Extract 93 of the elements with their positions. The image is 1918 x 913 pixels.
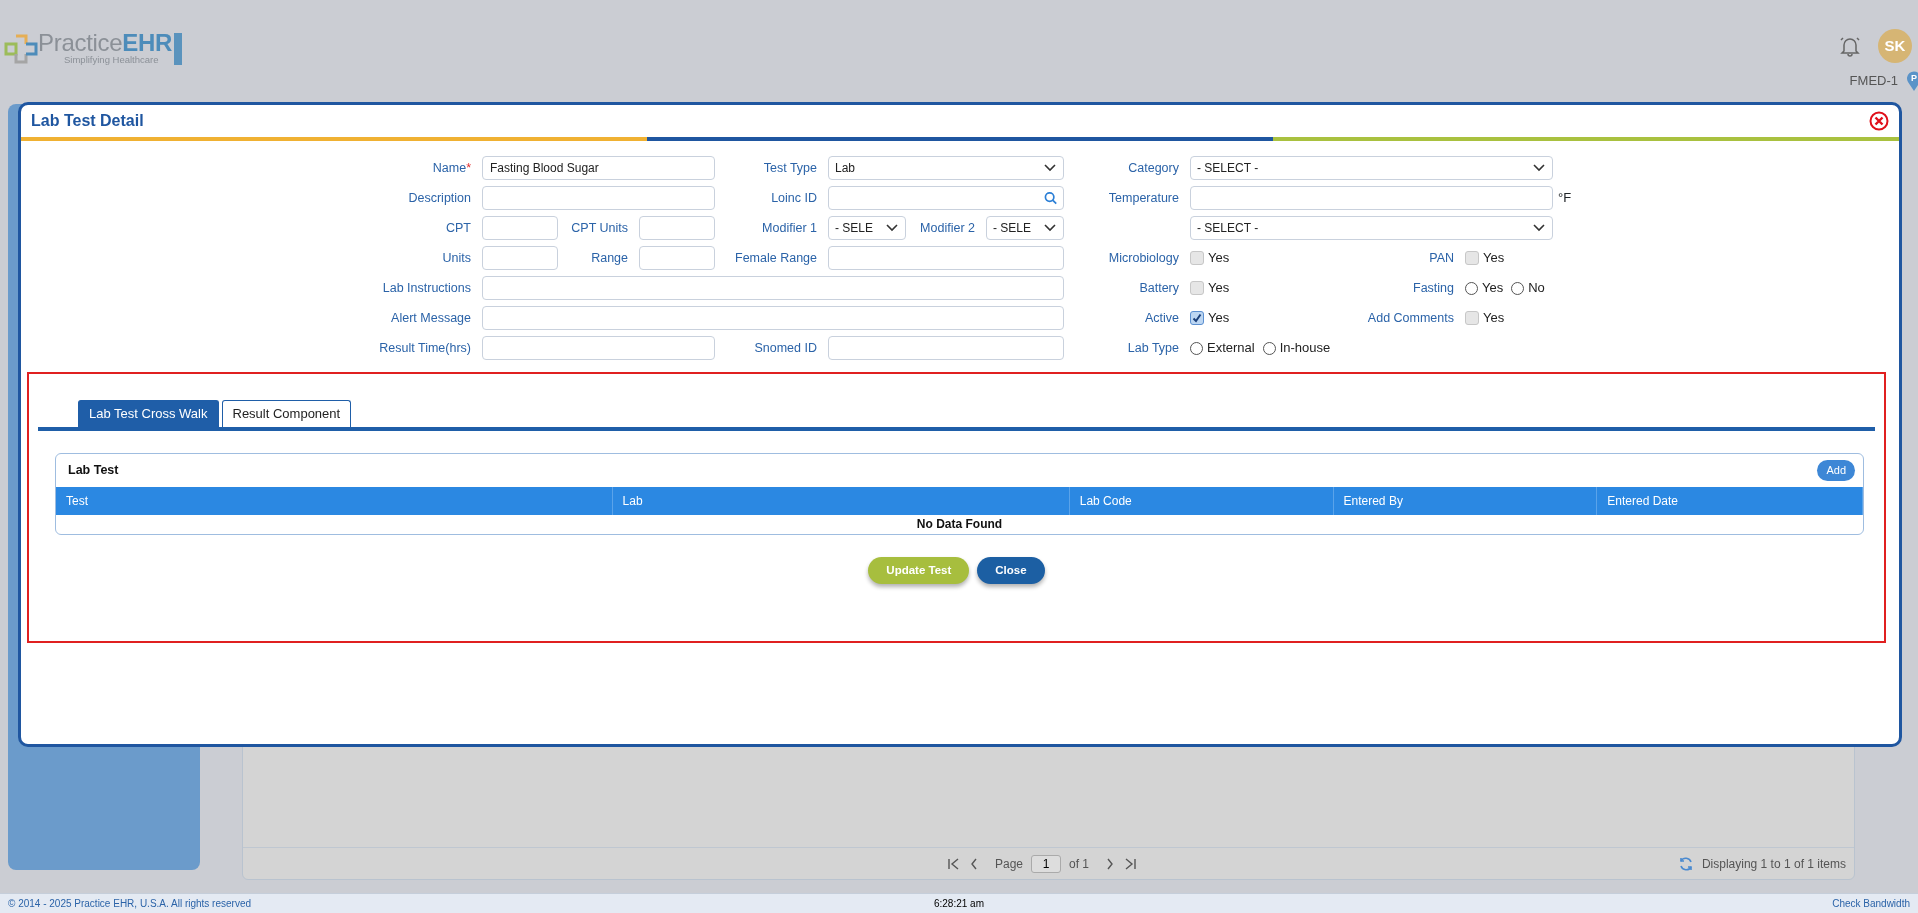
select-field[interactable]: - SELE [828,216,906,240]
checkbox-label[interactable]: Yes [1208,278,1230,298]
unit-label: °F [1557,189,1573,208]
field-label: Name* [431,159,472,177]
add-button[interactable]: Add [1817,460,1855,481]
text-field[interactable] [482,186,715,210]
radio-label[interactable]: Yes [1482,278,1504,298]
text-field[interactable] [482,246,558,270]
column-header[interactable]: Test [56,487,613,515]
field-label: Microbiology [1107,249,1180,267]
column-header[interactable]: Lab Code [1069,487,1334,515]
refresh-icon[interactable] [1677,855,1694,872]
close-button[interactable]: Close [977,557,1045,584]
field-label: Result Time(hrs) [378,339,472,357]
close-icon[interactable] [1869,111,1889,131]
last-page-icon[interactable] [1123,857,1138,870]
field-label: Lab Type [1126,339,1180,357]
checkbox[interactable] [1465,311,1479,325]
field-label: Category [1127,159,1180,177]
checkbox-label[interactable]: Yes [1483,308,1505,328]
radio-label[interactable]: External [1207,338,1255,358]
logo-badge [174,33,183,65]
field-label: Test Type [762,159,818,177]
text-field[interactable] [639,216,715,240]
tab[interactable]: Result Component [221,400,352,427]
text-field[interactable]: Fasting Blood Sugar [482,156,715,180]
field-label: Loinc ID [770,189,818,207]
field-label: Alert Message [390,309,472,327]
field-label: Active [1143,309,1180,327]
field-label: Snomed ID [753,339,818,357]
select-field[interactable]: - SELECT - [1190,156,1553,180]
radio-button[interactable] [1511,281,1525,295]
logo-tagline: Simplifying Healthcare [64,52,160,67]
checkbox-label[interactable]: Yes [1208,248,1230,268]
column-header[interactable]: Entered By [1333,487,1598,515]
text-field[interactable] [1190,186,1553,210]
field-label: Battery [1138,279,1180,297]
checkbox[interactable] [1190,281,1204,295]
select-field[interactable]: Lab [828,156,1064,180]
text-field[interactable] [828,246,1064,270]
radio-label[interactable]: No [1528,278,1545,298]
column-header[interactable]: Entered Date [1597,487,1863,515]
field-label: Description [407,189,472,207]
field-label: Female Range [734,249,818,267]
text-field[interactable] [828,336,1064,360]
field-label: Fasting [1412,279,1455,297]
select-field[interactable]: - SELECT - [1190,216,1553,240]
pin-icon: P [1906,71,1918,91]
radio-button[interactable] [1262,341,1276,355]
modal-title: Lab Test Detail [31,111,144,131]
checkbox[interactable] [1190,251,1204,265]
field-label: Units [441,249,472,267]
empty-message: No Data Found [915,516,1004,533]
radio-label[interactable]: In-house [1279,338,1331,358]
field-label: CPT [445,219,472,237]
field-label: Range [590,249,629,267]
logo-icon [4,34,38,64]
field-label: Modifier 2 [919,219,976,237]
text-field[interactable] [482,306,1064,330]
pager-summary: Displaying 1 to 1 of 1 items [1701,855,1846,873]
select-field[interactable]: - SELE [986,216,1064,240]
bandwidth-link[interactable]: Check Bandwidth [1510,896,1910,911]
previous-page-icon[interactable] [969,857,979,870]
page-count: of 1 [1069,855,1090,873]
checkbox-label[interactable]: Yes [1483,248,1505,268]
text-field[interactable] [639,246,715,270]
copyright-text: © 2014 - 2025 Practice EHR, U.S.A. All rights reserved [8,897,253,911]
tab[interactable]: Lab Test Cross Walk [78,400,219,427]
page-field[interactable]: 1 [1031,854,1062,873]
field-label: Temperature [1107,189,1180,207]
field-label: Modifier 1 [761,219,818,237]
search-icon[interactable] [1043,191,1057,205]
clock-time: 6:28:21 am [933,897,984,911]
checkbox[interactable] [1190,311,1204,325]
text-field[interactable] [482,276,1064,300]
field-label: Add Comments [1366,309,1455,327]
radio-button[interactable] [1190,341,1203,355]
logo-text: PracticeEHR [38,30,173,55]
field-label: PAN [1428,249,1455,267]
radio-button[interactable] [1465,281,1478,295]
bell-icon[interactable] [1838,34,1862,58]
field-label: Lab Instructions [381,279,472,297]
page-label: Page [995,855,1024,873]
column-header[interactable]: Lab [612,487,1070,515]
field-label: CPT Units [570,219,629,237]
text-field[interactable] [482,336,715,360]
facility-label: FMED-1 [1849,72,1898,91]
text-field[interactable] [482,216,558,240]
checkbox-label[interactable]: Yes [1208,308,1230,328]
first-page-icon[interactable] [947,857,961,870]
search-field[interactable] [828,186,1064,210]
grid-title: Lab Test [68,462,119,480]
checkbox[interactable] [1465,251,1479,265]
